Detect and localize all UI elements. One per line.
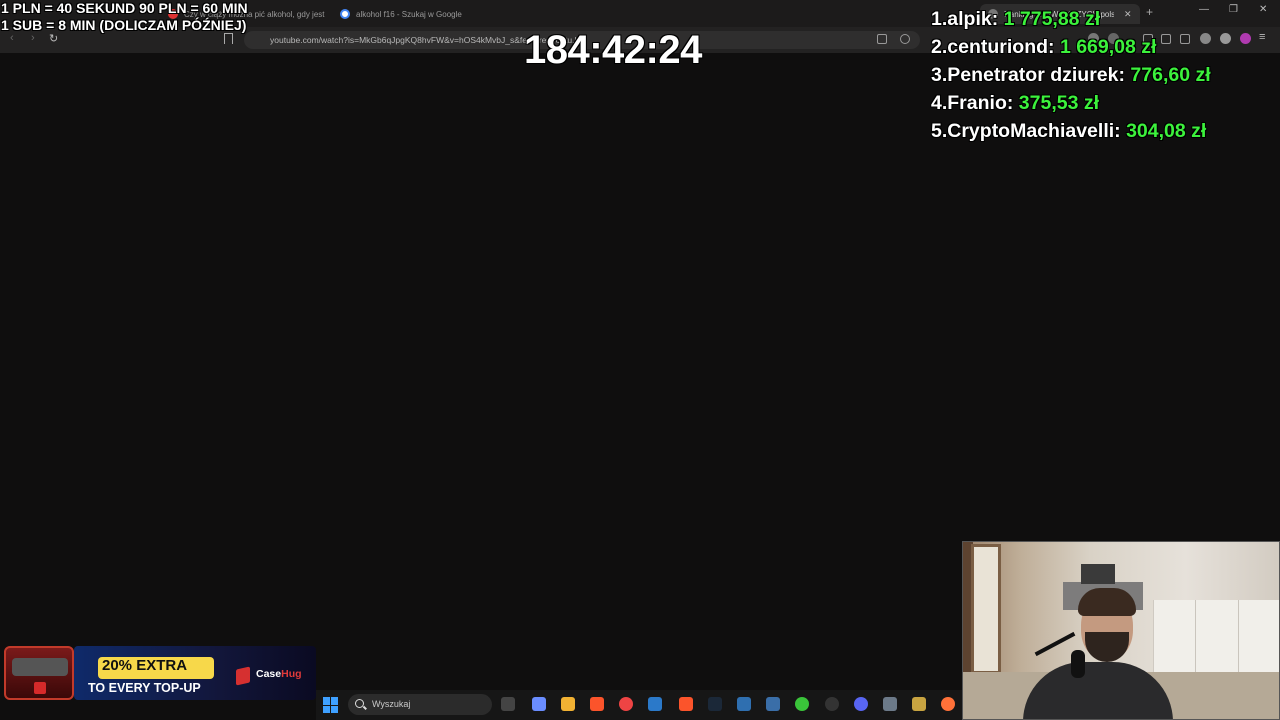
ranking-position: 2. <box>931 36 948 58</box>
promo-brand-part: Case <box>256 668 282 680</box>
ranking-row-1: 1.alpik: 1 775,88 zł <box>931 8 1100 31</box>
close-tab-icon[interactable]: ✕ <box>1124 9 1132 20</box>
webcam-monitor <box>1081 564 1115 584</box>
search-icon <box>355 699 364 708</box>
brave-browser-icon[interactable] <box>679 697 693 711</box>
reload-icon[interactable]: ↻ <box>49 32 58 45</box>
ranking-name: centuriond: <box>947 36 1055 58</box>
sidebar-icon[interactable] <box>1161 34 1171 44</box>
ranking-name: Penetrator dziurek: <box>947 64 1125 86</box>
task-view-icon[interactable] <box>501 697 515 711</box>
google-icon <box>340 9 350 19</box>
chest-lock-icon <box>34 682 46 694</box>
ranking-amount: 1 775,88 zł <box>1003 8 1101 30</box>
restore-icon[interactable]: ❐ <box>1229 4 1238 15</box>
ranking-amount: 375,53 zł <box>1018 92 1100 114</box>
sponsor-banner[interactable]: 20% EXTRA TO EVERY TOP-UP CaseHug <box>4 644 316 702</box>
firefox-icon[interactable] <box>941 697 955 711</box>
ranking-name: CryptoMachiavelli: <box>947 120 1121 142</box>
ranking-position: 1. <box>931 8 948 30</box>
chest-lid <box>12 658 68 676</box>
tab-google-search[interactable]: alkohol f16 - Szukaj w Google <box>332 4 492 24</box>
casehug-logo-icon <box>236 666 250 686</box>
minimize-icon[interactable]: — <box>1199 4 1209 15</box>
promo-subline: TO EVERY TOP-UP <box>88 681 201 695</box>
subathon-timer: 184:42:24 <box>524 28 702 72</box>
cast-icon[interactable] <box>877 34 887 44</box>
webcam-feed <box>962 541 1280 720</box>
donation-rules-line-1: 1 PLN = 40 SEKUND 90 PLN = 60 MIN <box>1 0 248 16</box>
store-icon[interactable] <box>648 697 662 711</box>
microphone-icon <box>1071 650 1085 678</box>
taskbar-search-placeholder[interactable]: Wyszukaj <box>372 699 410 709</box>
menu-icon[interactable]: ≡ <box>1259 31 1265 43</box>
extension-icon[interactable] <box>1200 33 1211 44</box>
back-icon[interactable]: ‹ <box>10 32 14 44</box>
brave-browser-icon[interactable] <box>590 697 604 711</box>
league-icon[interactable] <box>912 697 926 711</box>
taskbar-search-box[interactable] <box>348 694 492 715</box>
ranking-amount: 304,08 zł <box>1126 120 1207 142</box>
spotify-icon[interactable] <box>795 697 809 711</box>
promo-brand: CaseHug <box>256 668 302 680</box>
promo-headline: 20% EXTRA <box>102 657 188 674</box>
vpn-icon[interactable] <box>1240 33 1251 44</box>
file-explorer-icon[interactable] <box>561 697 575 711</box>
webcam-person-hair <box>1078 588 1136 616</box>
tab-label: alkohol f16 - Szukaj w Google <box>356 9 462 19</box>
ranking-amount: 776,60 zł <box>1130 64 1211 86</box>
ranking-name: Franio: <box>947 92 1014 114</box>
forward-icon[interactable]: › <box>31 32 35 44</box>
bookmark-icon[interactable] <box>224 33 233 44</box>
share-icon[interactable] <box>900 34 910 44</box>
screen: { "browser": { "tabs": [ {"label": "1 PL… <box>0 0 1280 720</box>
ranking-position: 3. <box>931 64 948 86</box>
windows-start-icon[interactable] <box>323 697 339 713</box>
ranking-amount: 1 669,08 zł <box>1059 36 1157 58</box>
ranking-row-5: 5.CryptoMachiavelli: 304,08 zł <box>931 120 1206 143</box>
calculator-icon[interactable] <box>766 697 780 711</box>
obs-icon[interactable] <box>825 697 839 711</box>
wallet-icon[interactable] <box>1180 34 1190 44</box>
window-close-icon[interactable]: ✕ <box>1259 4 1267 15</box>
ranking-row-2: 2.centuriond: 1 669,08 zł <box>931 36 1156 59</box>
ranking-row-3: 3.Penetrator dziurek: 776,60 zł <box>931 64 1211 87</box>
chrome-icon[interactable] <box>619 697 633 711</box>
ranking-position: 5. <box>931 120 948 142</box>
ranking-position: 4. <box>931 92 948 114</box>
ranking-name: alpik: <box>947 8 999 30</box>
donation-rules-line-2: 1 SUB = 8 MIN (DOLICZAM PÓŹNIEJ) <box>1 17 247 33</box>
notepad-icon[interactable] <box>737 697 751 711</box>
steam-icon[interactable] <box>708 697 722 711</box>
treasure-chest-icon <box>4 646 74 700</box>
webcam-window <box>971 544 1001 674</box>
promo-brand-part: Hug <box>281 668 302 680</box>
discord-icon[interactable] <box>854 697 868 711</box>
shield-icon[interactable] <box>1220 33 1231 44</box>
settings-icon[interactable] <box>883 697 897 711</box>
copilot-icon[interactable] <box>532 697 546 711</box>
new-tab-button[interactable]: + <box>1146 5 1153 19</box>
ranking-row-4: 4.Franio: 375,53 zł <box>931 92 1099 115</box>
